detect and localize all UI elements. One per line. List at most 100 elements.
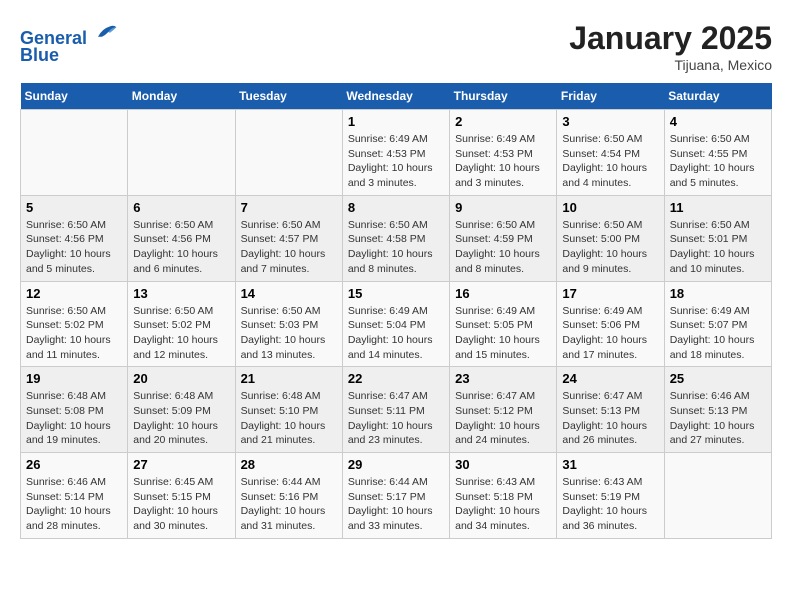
col-header-thursday: Thursday <box>450 83 557 110</box>
day-number: 10 <box>562 200 658 215</box>
calendar-cell: 2 Sunrise: 6:49 AM Sunset: 4:53 PM Daylig… <box>450 110 557 196</box>
calendar-cell: 24 Sunrise: 6:47 AM Sunset: 5:13 PM Dayli… <box>557 367 664 453</box>
day-info: Sunrise: 6:50 AM Sunset: 4:54 PM Dayligh… <box>562 132 658 191</box>
day-info: Sunrise: 6:50 AM Sunset: 4:56 PM Dayligh… <box>26 218 122 277</box>
day-info: Sunrise: 6:48 AM Sunset: 5:09 PM Dayligh… <box>133 389 229 448</box>
calendar-cell: 30 Sunrise: 6:43 AM Sunset: 5:18 PM Dayli… <box>450 453 557 539</box>
day-number: 6 <box>133 200 229 215</box>
day-number: 3 <box>562 114 658 129</box>
calendar-cell: 9 Sunrise: 6:50 AM Sunset: 4:59 PM Daylig… <box>450 195 557 281</box>
day-info: Sunrise: 6:43 AM Sunset: 5:19 PM Dayligh… <box>562 475 658 534</box>
calendar-cell: 1 Sunrise: 6:49 AM Sunset: 4:53 PM Daylig… <box>342 110 449 196</box>
day-info: Sunrise: 6:47 AM Sunset: 5:11 PM Dayligh… <box>348 389 444 448</box>
day-number: 22 <box>348 371 444 386</box>
calendar-cell: 6Sunrise: 6:50 AM Sunset: 4:56 PM Daylig… <box>128 195 235 281</box>
week-row-4: 19 Sunrise: 6:48 AM Sunset: 5:08 PM Dayli… <box>21 367 772 453</box>
calendar-cell: 10 Sunrise: 6:50 AM Sunset: 5:00 PM Dayli… <box>557 195 664 281</box>
logo: General Blue <box>20 20 118 66</box>
location-subtitle: Tijuana, Mexico <box>569 57 772 73</box>
col-header-tuesday: Tuesday <box>235 83 342 110</box>
day-info: Sunrise: 6:50 AM Sunset: 5:02 PM Dayligh… <box>133 304 229 363</box>
day-number: 19 <box>26 371 122 386</box>
day-info: Sunrise: 6:50 AM Sunset: 5:02 PM Dayligh… <box>26 304 122 363</box>
calendar-cell: 18 Sunrise: 6:49 AM Sunset: 5:07 PM Dayli… <box>664 281 771 367</box>
day-number: 20 <box>133 371 229 386</box>
calendar-cell: 4 Sunrise: 6:50 AM Sunset: 4:55 PM Daylig… <box>664 110 771 196</box>
title-block: January 2025 Tijuana, Mexico <box>569 20 772 73</box>
day-info: Sunrise: 6:50 AM Sunset: 4:58 PM Dayligh… <box>348 218 444 277</box>
calendar-cell: 29 Sunrise: 6:44 AM Sunset: 5:17 PM Dayli… <box>342 453 449 539</box>
calendar-cell: 8 Sunrise: 6:50 AM Sunset: 4:58 PM Daylig… <box>342 195 449 281</box>
day-info: Sunrise: 6:50 AM Sunset: 5:01 PM Dayligh… <box>670 218 766 277</box>
day-number: 5 <box>26 200 122 215</box>
calendar-cell: 28 Sunrise: 6:44 AM Sunset: 5:16 PM Dayli… <box>235 453 342 539</box>
day-number: 31 <box>562 457 658 472</box>
calendar-cell <box>664 453 771 539</box>
day-number: 11 <box>670 200 766 215</box>
day-number: 18 <box>670 286 766 301</box>
day-number: 9 <box>455 200 551 215</box>
calendar-cell: 20 Sunrise: 6:48 AM Sunset: 5:09 PM Dayli… <box>128 367 235 453</box>
day-number: 17 <box>562 286 658 301</box>
calendar-cell: 31 Sunrise: 6:43 AM Sunset: 5:19 PM Dayli… <box>557 453 664 539</box>
day-number: 7 <box>241 200 337 215</box>
calendar-cell: 11 Sunrise: 6:50 AM Sunset: 5:01 PM Dayli… <box>664 195 771 281</box>
week-row-5: 26Sunrise: 6:46 AM Sunset: 5:14 PM Dayli… <box>21 453 772 539</box>
month-title: January 2025 <box>569 20 772 57</box>
day-number: 8 <box>348 200 444 215</box>
day-info: Sunrise: 6:49 AM Sunset: 4:53 PM Dayligh… <box>455 132 551 191</box>
day-info: Sunrise: 6:47 AM Sunset: 5:12 PM Dayligh… <box>455 389 551 448</box>
calendar-cell: 23 Sunrise: 6:47 AM Sunset: 5:12 PM Dayli… <box>450 367 557 453</box>
day-info: Sunrise: 6:48 AM Sunset: 5:08 PM Dayligh… <box>26 389 122 448</box>
day-number: 23 <box>455 371 551 386</box>
day-info: Sunrise: 6:49 AM Sunset: 5:05 PM Dayligh… <box>455 304 551 363</box>
calendar-cell: 27Sunrise: 6:45 AM Sunset: 5:15 PM Dayli… <box>128 453 235 539</box>
day-number: 15 <box>348 286 444 301</box>
day-number: 4 <box>670 114 766 129</box>
calendar-cell: 22 Sunrise: 6:47 AM Sunset: 5:11 PM Dayli… <box>342 367 449 453</box>
calendar-cell: 13 Sunrise: 6:50 AM Sunset: 5:02 PM Dayli… <box>128 281 235 367</box>
calendar-cell: 19 Sunrise: 6:48 AM Sunset: 5:08 PM Dayli… <box>21 367 128 453</box>
calendar-cell: 16 Sunrise: 6:49 AM Sunset: 5:05 PM Dayli… <box>450 281 557 367</box>
day-number: 2 <box>455 114 551 129</box>
calendar-cell: 26Sunrise: 6:46 AM Sunset: 5:14 PM Dayli… <box>21 453 128 539</box>
calendar-cell <box>21 110 128 196</box>
calendar-cell: 25Sunrise: 6:46 AM Sunset: 5:13 PM Dayli… <box>664 367 771 453</box>
calendar-cell: 15 Sunrise: 6:49 AM Sunset: 5:04 PM Dayli… <box>342 281 449 367</box>
calendar-cell: 17 Sunrise: 6:49 AM Sunset: 5:06 PM Dayli… <box>557 281 664 367</box>
day-info: Sunrise: 6:50 AM Sunset: 5:03 PM Dayligh… <box>241 304 337 363</box>
day-info: Sunrise: 6:49 AM Sunset: 5:07 PM Dayligh… <box>670 304 766 363</box>
day-number: 25 <box>670 371 766 386</box>
calendar-cell <box>235 110 342 196</box>
day-number: 24 <box>562 371 658 386</box>
calendar-cell: 21Sunrise: 6:48 AM Sunset: 5:10 PM Dayli… <box>235 367 342 453</box>
logo-bird-icon <box>94 20 118 44</box>
day-number: 1 <box>348 114 444 129</box>
calendar-cell: 12 Sunrise: 6:50 AM Sunset: 5:02 PM Dayli… <box>21 281 128 367</box>
day-info: Sunrise: 6:49 AM Sunset: 4:53 PM Dayligh… <box>348 132 444 191</box>
calendar-cell: 5 Sunrise: 6:50 AM Sunset: 4:56 PM Daylig… <box>21 195 128 281</box>
day-info: Sunrise: 6:50 AM Sunset: 4:59 PM Dayligh… <box>455 218 551 277</box>
day-number: 27 <box>133 457 229 472</box>
day-number: 13 <box>133 286 229 301</box>
day-info: Sunrise: 6:50 AM Sunset: 4:55 PM Dayligh… <box>670 132 766 191</box>
day-info: Sunrise: 6:49 AM Sunset: 5:06 PM Dayligh… <box>562 304 658 363</box>
day-number: 29 <box>348 457 444 472</box>
day-info: Sunrise: 6:47 AM Sunset: 5:13 PM Dayligh… <box>562 389 658 448</box>
day-info: Sunrise: 6:44 AM Sunset: 5:17 PM Dayligh… <box>348 475 444 534</box>
day-number: 28 <box>241 457 337 472</box>
day-info: Sunrise: 6:46 AM Sunset: 5:14 PM Dayligh… <box>26 475 122 534</box>
day-number: 21 <box>241 371 337 386</box>
day-info: Sunrise: 6:44 AM Sunset: 5:16 PM Dayligh… <box>241 475 337 534</box>
calendar-cell <box>128 110 235 196</box>
day-info: Sunrise: 6:50 AM Sunset: 5:00 PM Dayligh… <box>562 218 658 277</box>
day-number: 14 <box>241 286 337 301</box>
day-info: Sunrise: 6:43 AM Sunset: 5:18 PM Dayligh… <box>455 475 551 534</box>
day-number: 30 <box>455 457 551 472</box>
col-header-wednesday: Wednesday <box>342 83 449 110</box>
day-number: 12 <box>26 286 122 301</box>
col-header-saturday: Saturday <box>664 83 771 110</box>
day-info: Sunrise: 6:49 AM Sunset: 5:04 PM Dayligh… <box>348 304 444 363</box>
day-number: 16 <box>455 286 551 301</box>
col-header-sunday: Sunday <box>21 83 128 110</box>
